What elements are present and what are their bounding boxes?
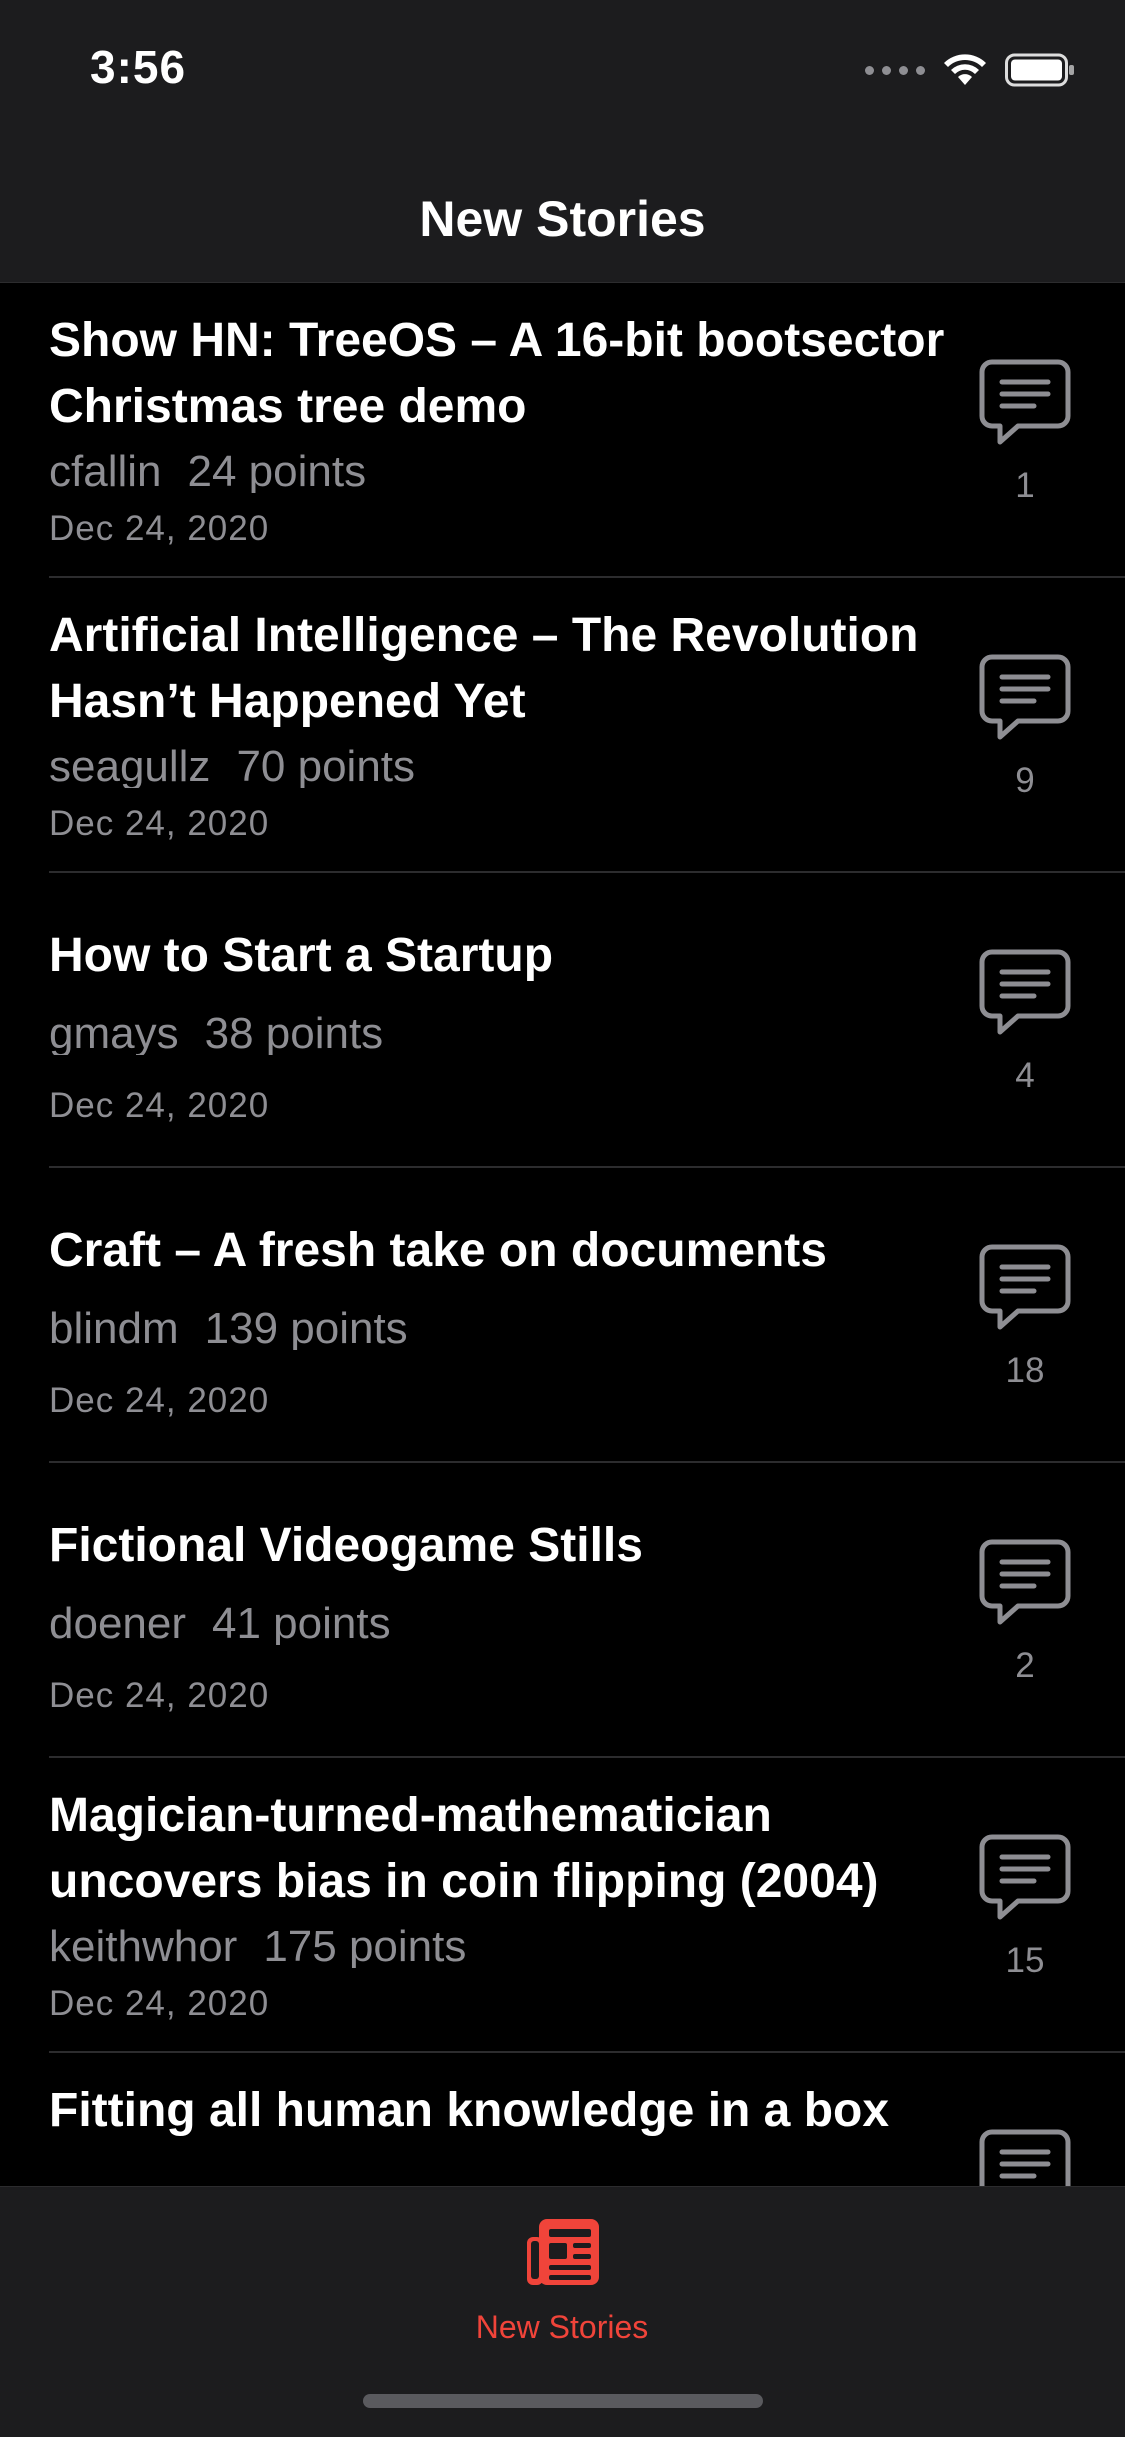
story-meta: keithwhor 175 points	[49, 1922, 466, 1968]
comments-button[interactable]	[970, 2128, 1080, 2186]
navigation-bar: New Stories	[0, 140, 1125, 283]
story-row[interactable]: Fitting all human knowledge in a box	[0, 2053, 1125, 2186]
status-time: 3:56	[90, 41, 187, 93]
story-title[interactable]: Show HN: TreeOS – A 16-bit bootsector Ch…	[49, 308, 959, 440]
story-title[interactable]: Craft – A fresh take on documents	[49, 1218, 959, 1284]
story-meta: gmays 38 points	[49, 1009, 383, 1055]
comment-count: 15	[1005, 1941, 1045, 1980]
story-author[interactable]: seagullz	[49, 742, 210, 788]
story-points: 41 points	[212, 1599, 391, 1645]
story-author[interactable]: gmays	[49, 1009, 179, 1055]
story-author[interactable]: doener	[49, 1599, 186, 1645]
battery-icon	[1005, 53, 1074, 87]
status-indicators	[865, 50, 1075, 90]
tab-label: New Stories	[475, 2309, 649, 2345]
story-row[interactable]: How to Start a Startup gmays 38 points De…	[0, 873, 1125, 1168]
comment-count: 4	[1015, 1056, 1035, 1095]
speech-bubble-icon	[979, 2129, 1071, 2186]
story-row[interactable]: Craft – A fresh take on documents blindm…	[0, 1168, 1125, 1463]
comment-count: 18	[1005, 1351, 1045, 1390]
story-points: 139 points	[204, 1304, 408, 1350]
comment-count: 2	[1015, 1646, 1035, 1685]
comments-button[interactable]: 18	[970, 1243, 1080, 1413]
story-points: 70 points	[236, 742, 416, 788]
story-title[interactable]: Artificial Intelligence – The Revolution…	[49, 603, 959, 735]
comments-button[interactable]: 4	[970, 948, 1080, 1118]
story-author[interactable]: keithwhor	[49, 1922, 237, 1968]
story-list[interactable]: Show HN: TreeOS – A 16-bit bootsector Ch…	[0, 283, 1125, 2186]
story-points: 24 points	[187, 447, 367, 493]
story-meta: seagullz 70 points	[49, 742, 415, 788]
cellular-signal-icon	[865, 65, 925, 75]
story-row[interactable]: Show HN: TreeOS – A 16-bit bootsector Ch…	[0, 283, 1125, 578]
comment-count: 1	[1015, 466, 1035, 505]
story-date: Dec 24, 2020	[49, 509, 270, 548]
story-row[interactable]: Artificial Intelligence – The Revolution…	[0, 578, 1125, 873]
comments-button[interactable]: 15	[970, 1833, 1080, 2003]
comments-button[interactable]: 2	[970, 1538, 1080, 1708]
story-title[interactable]: How to Start a Startup	[49, 923, 959, 989]
story-date: Dec 24, 2020	[49, 804, 270, 843]
story-points: 38 points	[204, 1009, 384, 1055]
tab-new-stories[interactable]: New Stories	[462, 2217, 662, 2347]
newspaper-icon	[527, 2219, 599, 2285]
speech-bubble-icon	[979, 1244, 1071, 1330]
home-indicator[interactable]	[363, 2394, 763, 2408]
story-meta: cfallin 24 points	[49, 447, 366, 493]
story-date: Dec 24, 2020	[49, 1381, 270, 1420]
story-row[interactable]: Magician-turned-mathematician uncovers b…	[0, 1758, 1125, 2053]
speech-bubble-icon	[979, 359, 1071, 445]
page-title: New Stories	[419, 191, 706, 247]
speech-bubble-icon	[979, 1539, 1071, 1625]
status-bar: 3:56	[0, 0, 1125, 140]
story-date: Dec 24, 2020	[49, 1676, 270, 1715]
story-points: 175 points	[263, 1922, 467, 1968]
speech-bubble-icon	[979, 1834, 1071, 1920]
story-row[interactable]: Fictional Videogame Stills doener 41 poin…	[0, 1463, 1125, 1758]
story-title[interactable]: Fictional Videogame Stills	[49, 1513, 959, 1579]
story-title[interactable]: Fitting all human knowledge in a box	[49, 2078, 959, 2144]
speech-bubble-icon	[979, 654, 1071, 740]
story-meta: blindm 139 points	[49, 1304, 408, 1350]
wifi-icon	[944, 54, 986, 85]
story-author[interactable]: blindm	[49, 1304, 179, 1350]
comments-button[interactable]: 9	[970, 653, 1080, 823]
story-date: Dec 24, 2020	[49, 1086, 270, 1125]
comments-button[interactable]: 1	[970, 358, 1080, 528]
comment-count: 9	[1015, 761, 1035, 800]
story-author[interactable]: cfallin	[49, 447, 162, 493]
story-date: Dec 24, 2020	[49, 1984, 270, 2023]
story-meta: doener 41 points	[49, 1599, 391, 1645]
story-title[interactable]: Magician-turned-mathematician uncovers b…	[49, 1783, 959, 1915]
speech-bubble-icon	[979, 949, 1071, 1035]
